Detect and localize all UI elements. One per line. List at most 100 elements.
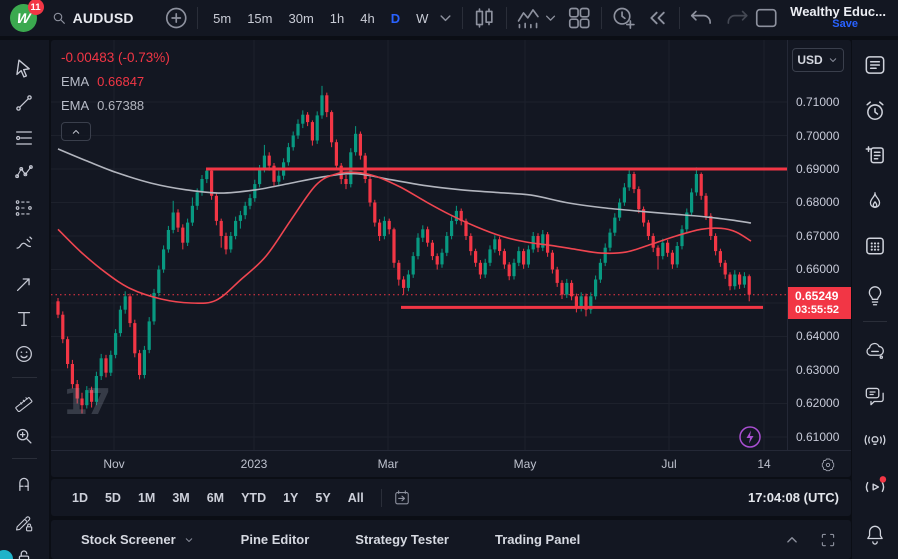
range-group: 1D5D1M3M6MYTD1Y5YAll [65,487,371,509]
toolbar-divider [12,377,37,378]
arrow-icon[interactable] [7,270,41,298]
magnet-icon[interactable] [7,469,41,497]
emoji-icon[interactable] [7,340,41,368]
fib-retracement-icon[interactable] [7,124,41,152]
minds-icon[interactable] [862,339,888,365]
panel-expand-chevron-icon[interactable] [783,531,801,549]
indicators-icon[interactable] [514,3,542,33]
cursor-icon[interactable] [7,54,41,82]
price-axis-label: 0.63000 [796,362,839,378]
bar-replay-icon[interactable] [643,3,671,33]
undo-icon[interactable] [687,3,715,33]
legend-collapse-button[interactable] [61,122,91,141]
indicator-value: 0.66847 [97,74,144,89]
panel-tabs-bar: Stock Screener Pine Editor Strategy Tester… [51,520,851,559]
interval-button-30m[interactable]: 30m [280,7,321,30]
chevron-down-icon [827,54,839,66]
price-axis-label: 0.67000 [796,228,839,244]
range-button-ytd[interactable]: YTD [234,487,273,509]
save-layout-icon[interactable] [752,3,780,33]
price-change-label: -0.00483 (-0.73%) [61,50,170,65]
xabcd-pattern-icon[interactable] [7,159,41,187]
indicators-menu-chevron-icon[interactable] [542,3,559,33]
chart-style-icon[interactable] [470,3,498,33]
save-button[interactable]: Save [832,18,858,31]
range-button-5d[interactable]: 5D [98,487,128,509]
indicator-label: EMA [61,98,89,113]
interval-button-1h[interactable]: 1h [322,7,352,30]
price-axis-label: 0.69000 [796,161,839,177]
zoom-in-icon[interactable] [7,422,41,450]
range-button-1m[interactable]: 1M [131,487,162,509]
hotlist-icon[interactable] [862,189,888,215]
live-idea-icon[interactable] [862,427,888,453]
go-to-date-icon[interactable] [392,488,412,508]
symbol-search-button[interactable]: AUDUSD [43,6,144,30]
panel-tab-label: Strategy Tester [355,532,449,547]
clock[interactable]: 17:04:08 (UTC) [748,490,839,505]
panel-fullscreen-icon[interactable] [819,531,837,549]
instant-detail-flash-icon[interactable] [738,425,762,449]
right-sidebar [852,40,898,559]
tradingview-watermark: 17 [63,382,109,423]
search-icon [51,10,67,26]
drawing-toolbar [0,40,51,559]
compare-add-icon[interactable] [162,3,190,33]
chart-pane[interactable]: 17 -0.00483 (-0.73%) EMA 0.66847 EMA0.6738… [51,40,851,477]
panel-tab-stock-screener[interactable]: Stock Screener [81,532,195,547]
time-axis[interactable]: Nov2023MarMayJul14 [51,450,851,477]
time-axis-label: Jul [661,457,676,471]
currency-select[interactable]: USD [792,48,844,72]
range-button-all[interactable]: All [341,487,371,509]
interval-menu-chevron-icon[interactable] [436,3,455,33]
range-button-6m[interactable]: 6M [200,487,231,509]
logo-glyph: W [16,10,31,26]
idea-icon[interactable] [862,282,888,308]
range-button-5y[interactable]: 5Y [308,487,337,509]
lock-icon[interactable] [7,543,41,559]
sidebar-divider [863,321,887,322]
indicator-row-ema-0[interactable]: EMA 0.66847 [61,74,170,89]
create-alert-icon[interactable] [609,3,637,33]
panel-tab-pine-editor[interactable]: Pine Editor [241,532,310,547]
account-name[interactable]: Wealthy Educ... [790,5,886,18]
text-icon[interactable] [7,305,41,333]
interval-button-d[interactable]: D [383,7,408,30]
redo-icon[interactable] [723,3,751,33]
time-axis-label: Nov [103,457,124,471]
alarm-icon[interactable] [862,98,888,124]
chart-settings-gear-icon[interactable] [819,456,837,474]
panel-tab-trading-panel[interactable]: Trading Panel [495,532,580,547]
price-axis-label: 0.61000 [796,429,839,445]
forecast-icon[interactable] [7,194,41,222]
ruler-icon[interactable] [7,387,41,415]
interval-button-5m[interactable]: 5m [205,7,239,30]
time-axis-label: May [514,457,537,471]
tradingview-app: W 11 AUDUSD 5m15m30m1h4hDW Wealthy Educ.… [0,0,898,559]
interval-button-15m[interactable]: 15m [239,7,280,30]
indicator-label: EMA [61,74,89,89]
app-logo[interactable]: W 11 [10,4,37,32]
watchlist-icon[interactable] [862,52,888,78]
multichart-layout-icon[interactable] [565,3,593,33]
stream-icon[interactable] [862,474,888,500]
price-axis-label: 0.66000 [796,261,839,277]
interval-button-4h[interactable]: 4h [352,7,382,30]
trend-line-icon[interactable] [7,89,41,117]
chat-icon[interactable] [862,383,888,409]
indicator-row-ema-1[interactable]: EMA0.67388 [61,98,170,113]
calendar-icon[interactable] [862,233,888,259]
range-button-1d[interactable]: 1D [65,487,95,509]
range-button-1y[interactable]: 1Y [276,487,305,509]
toolbar-divider [197,7,198,29]
brush-icon[interactable] [7,230,41,258]
drawing-lock-icon[interactable] [7,509,41,537]
news-icon[interactable] [862,142,888,168]
price-axis-label: 0.64000 [796,328,839,344]
price-axis[interactable]: USD 0.65249 03:55:52 0.710000.700000.690… [787,40,851,450]
bell-icon[interactable] [862,522,888,548]
range-button-3m[interactable]: 3M [165,487,196,509]
interval-button-w[interactable]: W [408,7,436,30]
last-price-tag: 0.65249 03:55:52 [788,287,851,319]
panel-tab-strategy-tester[interactable]: Strategy Tester [355,532,449,547]
